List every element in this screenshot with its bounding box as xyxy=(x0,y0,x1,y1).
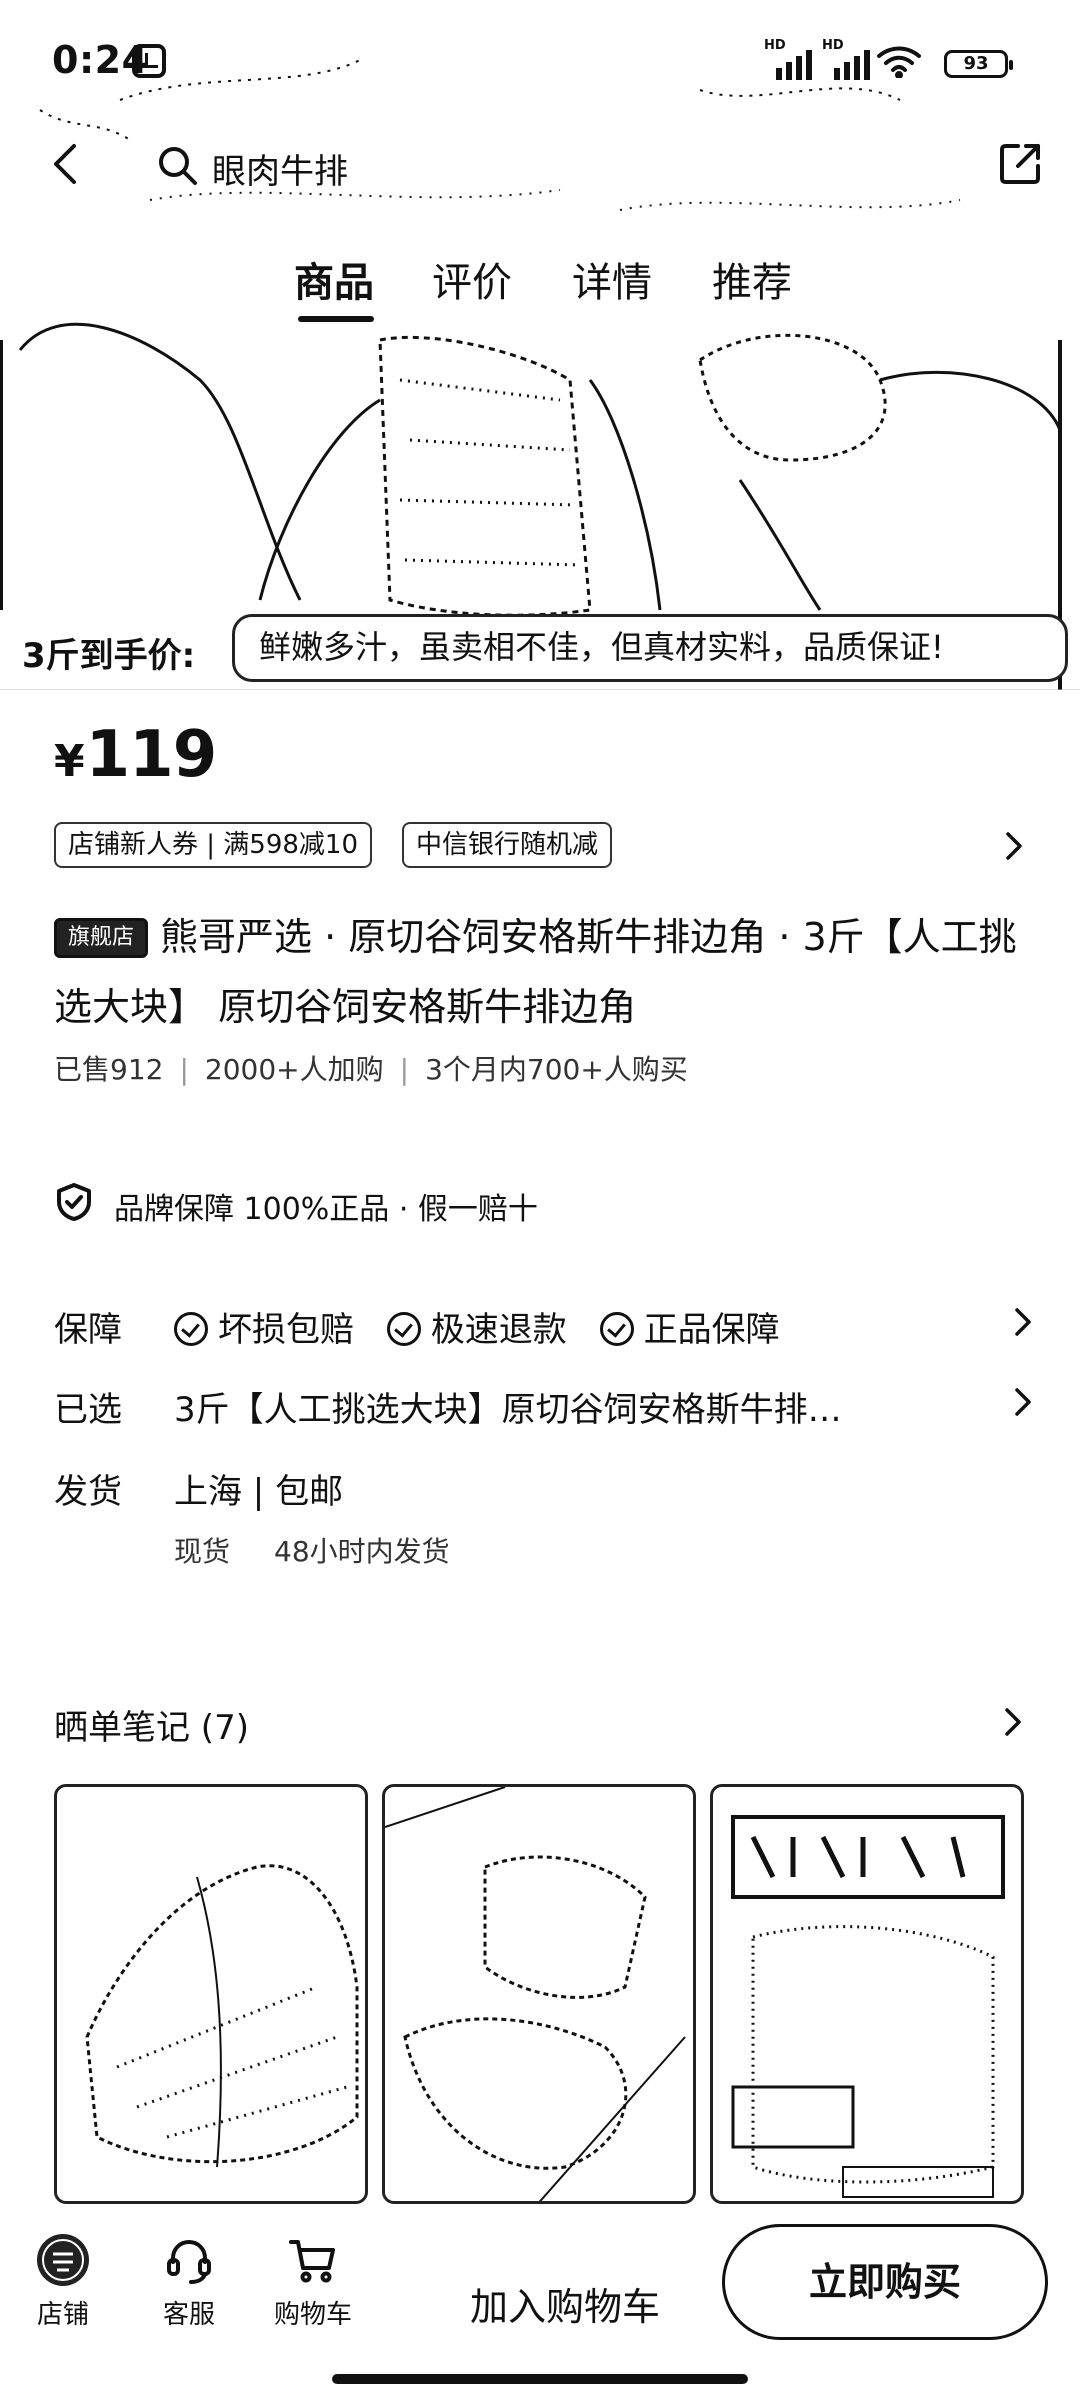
tab-goods[interactable]: 商品 xyxy=(294,250,374,308)
customer-service-label: 客服 xyxy=(162,2300,215,2330)
search-bar[interactable]: 眼肉牛排 xyxy=(148,132,548,198)
home-indicator[interactable] xyxy=(332,2374,748,2384)
selected-label: 已选 xyxy=(54,1390,122,1430)
product-tabs: 商品 评价 详情 推荐 xyxy=(272,250,832,330)
tab-reviews[interactable]: 评价 xyxy=(432,250,512,308)
shipping-details: 现货 48小时内发货 xyxy=(174,1530,450,1570)
shipping-label: 发货 xyxy=(54,1472,122,1512)
shield-check-icon xyxy=(57,1183,91,1221)
guarantee-damage: 坏损包赔 xyxy=(218,1310,354,1350)
search-icon xyxy=(159,147,197,185)
add-to-cart-button[interactable]: 加入购物车 xyxy=(430,2252,700,2362)
currency-symbol: ¥ xyxy=(54,736,85,787)
promo-price-label: 3斤到手价: xyxy=(22,636,196,676)
note-image-1[interactable] xyxy=(54,1784,368,2204)
cart-icon xyxy=(289,2240,335,2283)
store-label: 店铺 xyxy=(36,2300,89,2330)
back-arrow-icon[interactable] xyxy=(44,142,88,186)
shipping-row: 发货 上海 | 包邮 xyxy=(54,1456,1044,1516)
sales-stats: 已售912 | 2000+人加购 | 3个月内700+人购买 xyxy=(54,1053,688,1086)
headset-icon xyxy=(167,2239,211,2284)
alarm-icon xyxy=(132,44,166,78)
shipping-time: 48小时内发货 xyxy=(274,1535,450,1568)
status-bar: 0:24 HD HD 93 xyxy=(0,0,1080,120)
check-circle-icon xyxy=(599,1312,634,1346)
check-circle-icon xyxy=(174,1312,208,1346)
added-to-cart-count: 2000+人加购 xyxy=(204,1053,384,1086)
note-image-3[interactable] xyxy=(710,1784,1024,2204)
share-icon[interactable] xyxy=(996,140,1044,188)
search-query-text: 眼肉牛排 xyxy=(212,152,348,192)
check-circle-icon xyxy=(386,1312,421,1346)
promo-strip: 3斤到手价: 鲜嫩多汁，虽卖相不佳，但真材实料，品质保证! xyxy=(0,612,1080,688)
chevron-right-icon xyxy=(1015,1308,1031,1336)
stock-status: 现货 xyxy=(174,1535,231,1568)
wifi-icon xyxy=(877,46,921,78)
guarantee-items: 坏损包赔 极速退款 正品保障 xyxy=(174,1302,802,1351)
sold-count: 已售912 xyxy=(54,1053,164,1086)
note-image-2[interactable] xyxy=(382,1784,696,2204)
signal-icon: HD xyxy=(764,38,814,80)
signal-hd-label-2: HD xyxy=(822,38,844,53)
selected-spec-row[interactable]: 已选 3斤【人工挑选大块】原切谷饲安格斯牛排… xyxy=(54,1374,1044,1434)
store-button[interactable]: 店铺 xyxy=(8,2232,118,2331)
chevron-right-icon[interactable] xyxy=(1000,1706,1026,1738)
tab-details[interactable]: 详情 xyxy=(572,250,652,308)
product-title-text: 熊哥严选 · 原切谷饲安格斯牛排边角 · 3斤【人工挑选大块】 原切谷饲安格斯牛… xyxy=(54,915,1017,1029)
price-value: 119 xyxy=(85,718,218,792)
coupon-bank[interactable]: 中信银行随机减 xyxy=(402,822,613,868)
bought-count: 3个月内700+人购买 xyxy=(425,1053,688,1086)
signal-icon-2: HD xyxy=(822,38,872,80)
guarantee-row[interactable]: 保障 坏损包赔 极速退款 正品保障 xyxy=(54,1294,1044,1354)
chevron-right-icon[interactable] xyxy=(1000,830,1028,862)
guarantee-refund: 极速退款 xyxy=(430,1310,567,1350)
price: ¥119 xyxy=(54,718,218,792)
cart-button[interactable]: 购物车 xyxy=(258,2232,368,2331)
chevron-right-icon xyxy=(1015,1388,1031,1416)
product-title: 旗舰店 熊哥严选 · 原切谷饲安格斯牛排边角 · 3斤【人工挑选大块】 原切谷饲安… xyxy=(54,902,1054,1042)
customer-service-button[interactable]: 客服 xyxy=(134,2232,244,2331)
shipping-origin: 上海 | 包邮 xyxy=(174,1472,344,1512)
selected-spec-value: 3斤【人工挑选大块】原切谷饲安格斯牛排… xyxy=(174,1390,842,1430)
promo-slogan: 鲜嫩多汁，虽卖相不佳，但真材实料，品质保证! xyxy=(232,614,1068,682)
cart-label: 购物车 xyxy=(273,2300,352,2330)
guarantee-authentic: 正品保障 xyxy=(643,1310,780,1350)
battery-icon: 93 xyxy=(944,50,1013,78)
buy-now-button[interactable]: 立即购买 xyxy=(722,2224,1048,2340)
store-logo-icon xyxy=(37,2234,89,2286)
guarantee-label: 保障 xyxy=(54,1310,122,1350)
signal-hd-label: HD xyxy=(764,38,786,53)
active-tab-indicator xyxy=(298,316,374,322)
flagship-store-badge: 旗舰店 xyxy=(54,918,148,958)
user-notes-title[interactable]: 晒单笔记 (7) xyxy=(54,1700,249,1749)
tab-recommend[interactable]: 推荐 xyxy=(712,250,792,308)
brand-guarantee-text: 品牌保障 100%正品 · 假一赔十 xyxy=(114,1192,538,1227)
coupon-store-new[interactable]: 店铺新人券 | 满598减10 xyxy=(54,822,372,868)
